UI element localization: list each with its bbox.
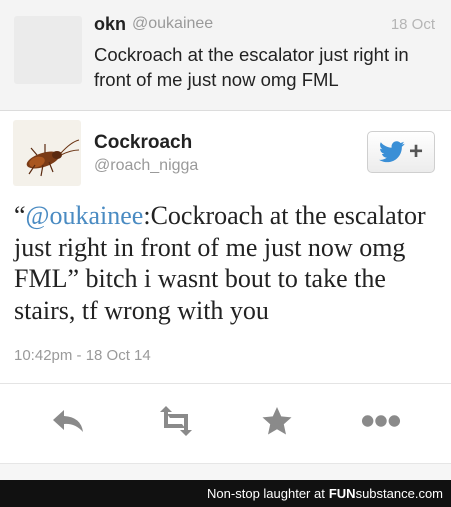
quoted-tweet-avatar[interactable] (14, 16, 82, 84)
footer-brand: FUNsubstance.com (328, 486, 443, 501)
quoted-tweet-handle[interactable]: @oukainee (132, 15, 213, 33)
tweet-author-name[interactable]: Cockroach (94, 132, 192, 154)
more-button[interactable] (361, 404, 401, 438)
retweet-icon (160, 406, 192, 436)
quoted-tweet-date: 18 Oct (390, 16, 435, 33)
tweet-timestamp[interactable]: 10:42pm - 18 Oct 14 (14, 347, 151, 364)
favorite-icon (262, 407, 292, 435)
tweet-avatar[interactable] (13, 120, 81, 186)
quoted-tweet-text: Cockroach at the escalator just right in… (94, 44, 409, 90)
follow-button[interactable]: + (367, 131, 435, 173)
more-icon (361, 415, 401, 427)
tweet-author-handle[interactable]: @roach_nigga (94, 157, 198, 175)
reply-button[interactable] (48, 404, 88, 438)
cockroach-icon (26, 139, 80, 177)
quoted-tweet-name[interactable]: okn (94, 14, 126, 35)
open-quote: “ (14, 201, 26, 230)
watermark-footer: Non-stop laughter at FUNsubstance.com (0, 480, 451, 507)
twitter-bird-icon (378, 141, 405, 163)
mention-link[interactable]: @oukainee (26, 201, 144, 230)
footer-text: Non-stop laughter at (207, 486, 325, 501)
tweet-text: “@oukainee:Cockroach at the escalator ju… (14, 200, 444, 326)
bottom-strip (0, 463, 451, 480)
favorite-button[interactable] (257, 404, 297, 438)
follow-plus: + (408, 138, 423, 165)
divider (0, 383, 451, 384)
retweet-button[interactable] (156, 404, 196, 438)
reply-icon (53, 410, 83, 432)
quoted-tweet[interactable]: okn @oukainee 18 Oct Cockroach at the es… (0, 0, 451, 111)
